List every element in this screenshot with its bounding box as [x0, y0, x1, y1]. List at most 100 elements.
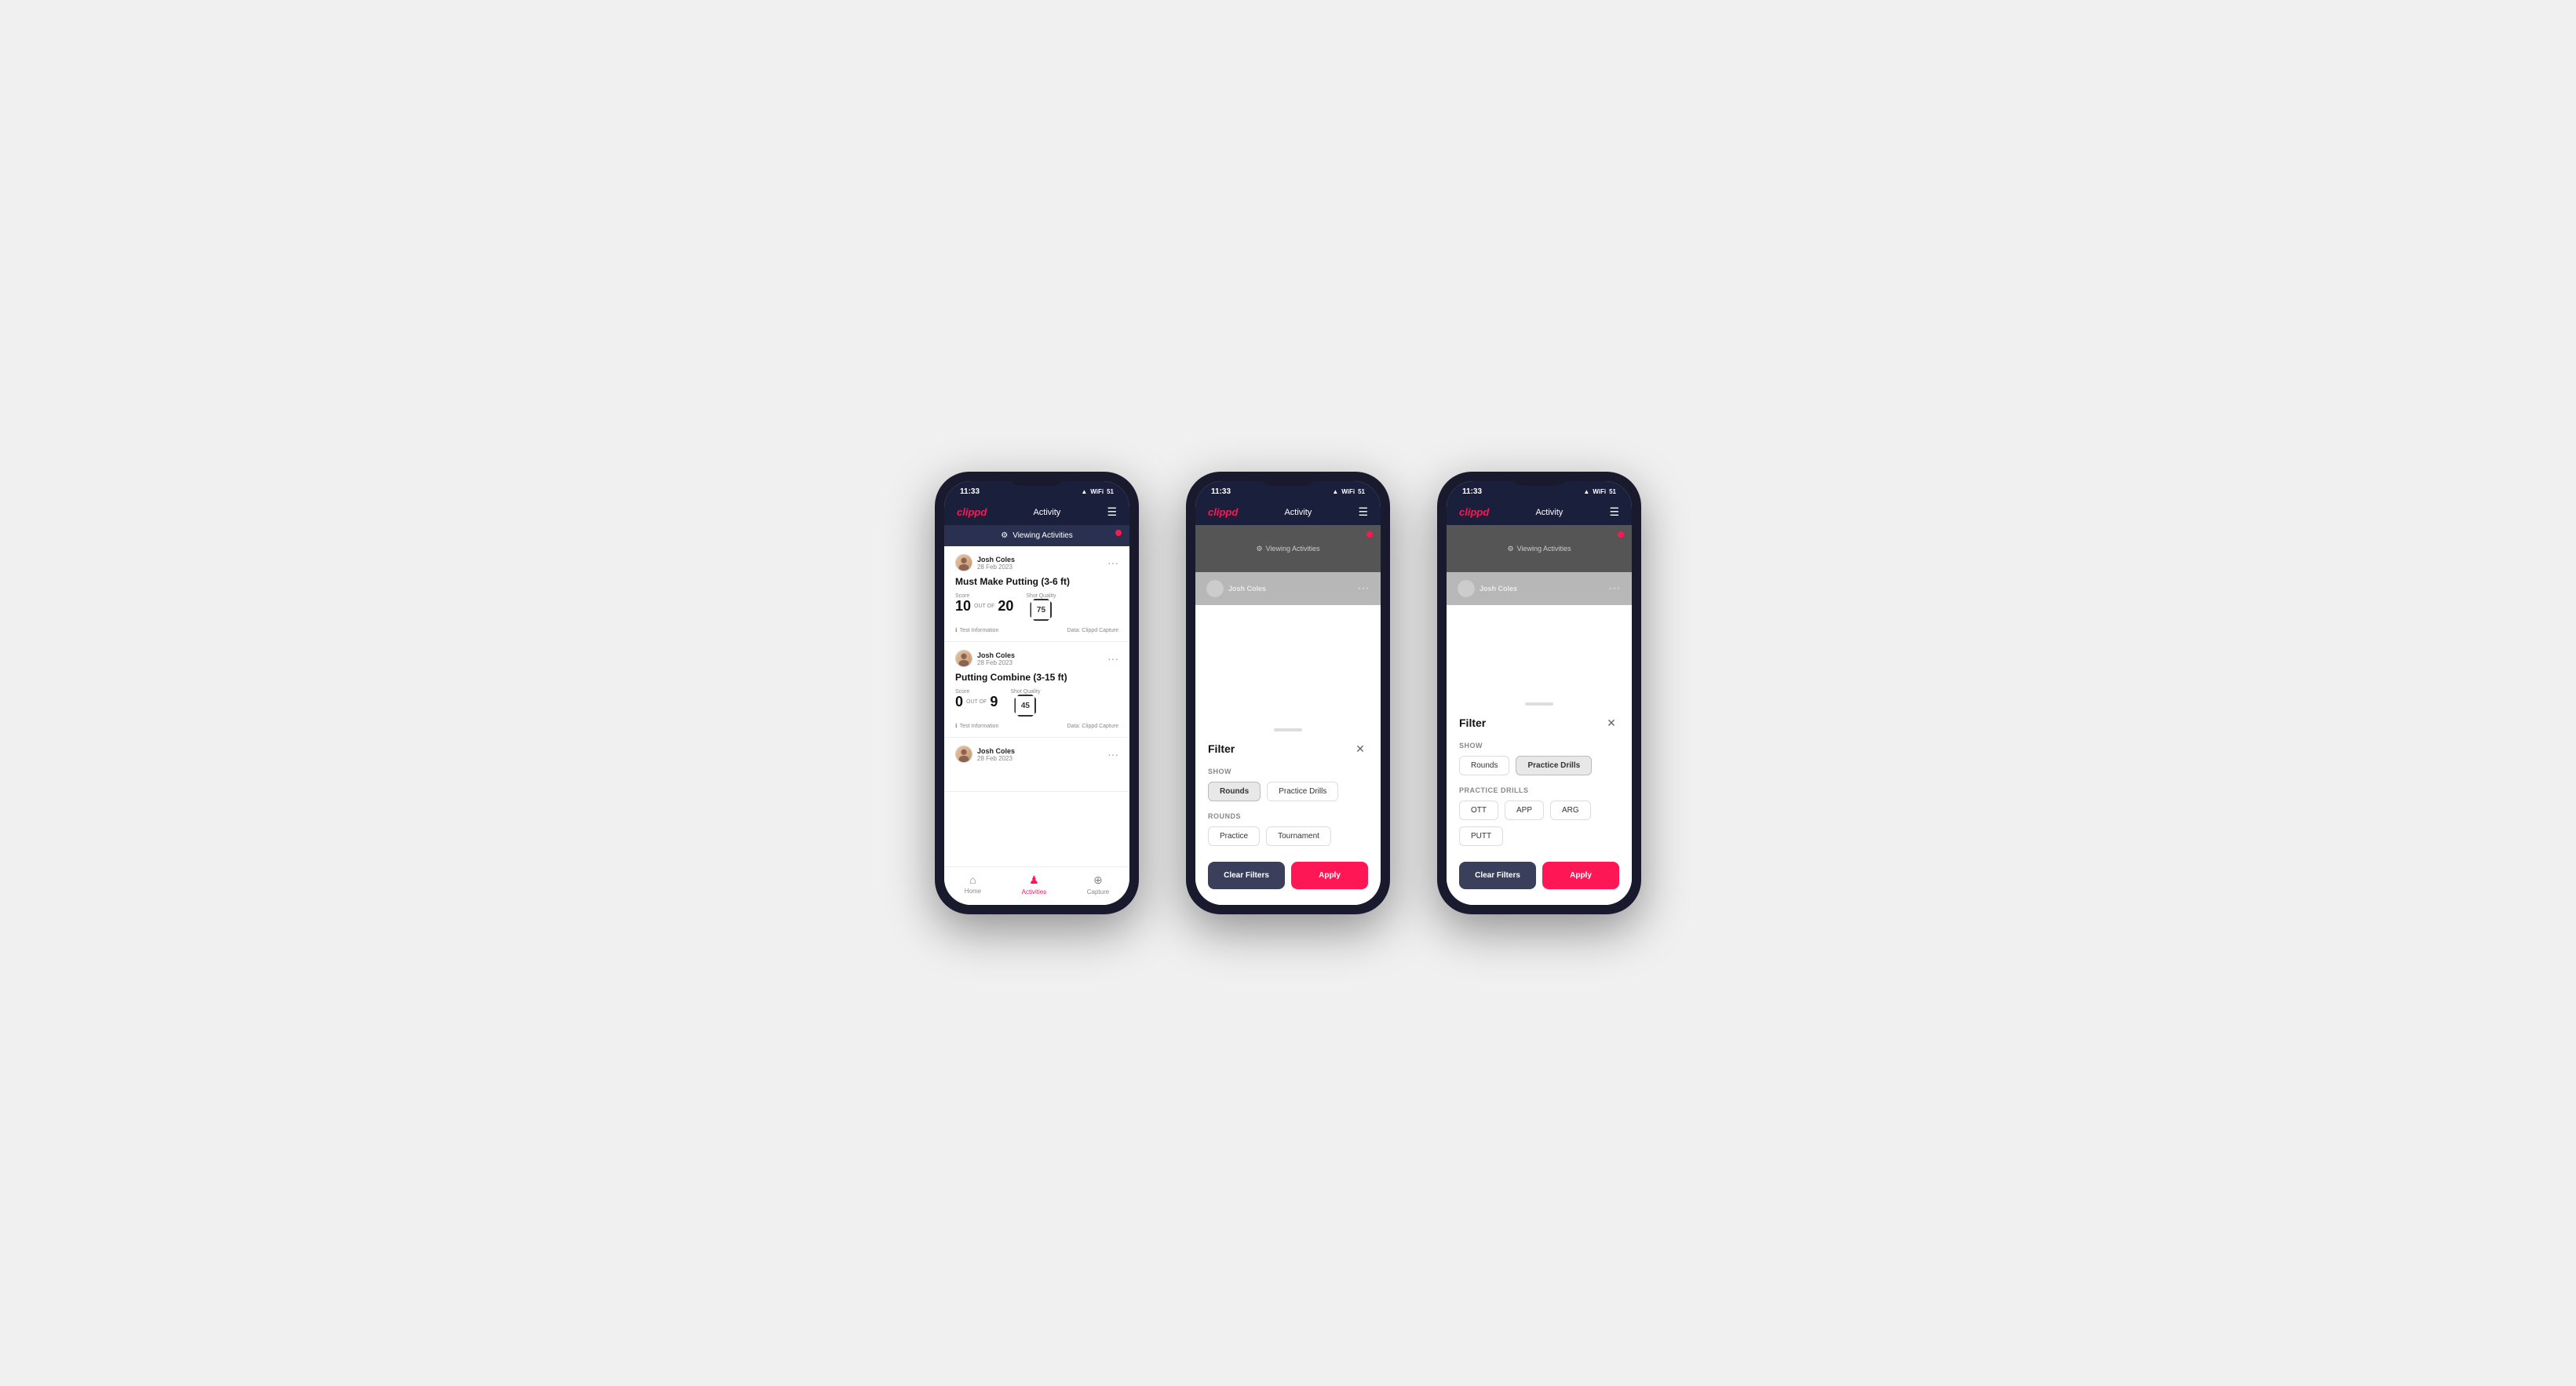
dimmed-header-2: ⚙ Viewing Activities — [1195, 525, 1381, 572]
close-filter-3[interactable]: ✕ — [1604, 715, 1619, 731]
modal-header-3: Filter ✕ — [1459, 715, 1619, 731]
rounds-btn-3[interactable]: Rounds — [1459, 756, 1509, 775]
test-info-1: ℹ Test Information — [955, 627, 998, 633]
signal-icon-2: ▲ — [1332, 488, 1338, 495]
apply-btn-3[interactable]: Apply — [1542, 862, 1619, 889]
activities-icon-1: ♟ — [1029, 874, 1039, 887]
user-name-2: Josh Coles — [977, 651, 1015, 659]
rounds-btn-2[interactable]: Rounds — [1208, 782, 1261, 801]
dimmed-card-2: Josh Coles ··· — [1195, 572, 1381, 605]
more-btn-2[interactable]: ··· — [1107, 652, 1118, 665]
modal-handle-3 — [1525, 702, 1553, 706]
phone-1: 11:33 ▲ WiFi 51 clippd Activity ☰ ⚙ View… — [935, 472, 1139, 914]
tournament-btn-2[interactable]: Tournament — [1266, 826, 1331, 846]
user-date-3: 28 Feb 2023 — [977, 755, 1015, 762]
battery-icon-3: 51 — [1609, 488, 1616, 495]
info-icon-2: ℹ — [955, 723, 958, 729]
card-1-user: Josh Coles 28 Feb 2023 — [955, 554, 1015, 571]
quality-badge-2: 45 — [1014, 695, 1036, 717]
viewing-text-1: Viewing Activities — [1013, 531, 1073, 540]
status-icons-2: ▲ WiFi 51 — [1332, 488, 1365, 495]
ott-btn-3[interactable]: OTT — [1459, 801, 1498, 820]
viewing-text-dimmed-3: ⚙ Viewing Activities — [1508, 545, 1571, 553]
scene: 11:33 ▲ WiFi 51 clippd Activity ☰ ⚙ View… — [903, 440, 1673, 946]
rounds-buttons-2: Practice Tournament — [1208, 826, 1368, 846]
nav-capture-1[interactable]: ⊕ Capture — [1087, 874, 1109, 895]
card-1-header: Josh Coles 28 Feb 2023 ··· — [955, 554, 1118, 571]
wifi-icon: WiFi — [1090, 488, 1104, 495]
avatar-img-3 — [956, 746, 972, 762]
card-1-stats: Score 10 OUT OF 20 Shot Quality 75 — [955, 593, 1118, 621]
filter-footer-3: Clear Filters Apply — [1459, 862, 1619, 889]
out-of-1: OUT OF — [974, 604, 994, 609]
avatar-3 — [955, 746, 972, 763]
arg-btn-3[interactable]: ARG — [1550, 801, 1591, 820]
putt-btn-3[interactable]: PUTT — [1459, 826, 1503, 846]
more-btn-3[interactable]: ··· — [1107, 748, 1118, 760]
home-label-1: Home — [965, 888, 981, 895]
apply-btn-2[interactable]: Apply — [1291, 862, 1368, 889]
show-section-2: Show Rounds Practice Drills — [1208, 768, 1368, 801]
user-name-3: Josh Coles — [977, 747, 1015, 755]
show-label-2: Show — [1208, 768, 1368, 775]
show-buttons-2: Rounds Practice Drills — [1208, 782, 1368, 801]
user-info-3: Josh Coles 28 Feb 2023 — [977, 747, 1015, 762]
close-filter-2[interactable]: ✕ — [1352, 741, 1368, 757]
score-out-of-2: 0 OUT OF 9 — [955, 695, 998, 709]
show-buttons-3: Rounds Practice Drills — [1459, 756, 1619, 775]
phone-3: 11:33 ▲ WiFi 51 clippd Activity ☰ ⚙ View… — [1437, 472, 1641, 914]
menu-icon-3[interactable]: ☰ — [1609, 505, 1619, 519]
phone-2: 11:33 ▲ WiFi 51 clippd Activity ☰ ⚙ View… — [1186, 472, 1390, 914]
filter-modal-2: Filter ✕ Show Rounds Practice Drills Rou… — [1195, 719, 1381, 905]
practice-drills-section-3: Practice Drills OTT APP ARG PUTT — [1459, 786, 1619, 846]
nav-bar-1: clippd Activity ☰ — [944, 499, 1129, 525]
score-group-1: Score 10 OUT OF 20 — [955, 593, 1013, 613]
avatar-dimmed-2 — [1206, 580, 1224, 597]
logo-1: clippd — [957, 506, 987, 518]
clear-filters-btn-2[interactable]: Clear Filters — [1208, 862, 1285, 889]
avatar-img-1 — [956, 555, 972, 571]
user-name-dimmed-3: Josh Coles — [1480, 585, 1517, 593]
viewing-bar-1[interactable]: ⚙ Viewing Activities — [944, 525, 1129, 546]
logo-3: clippd — [1459, 506, 1489, 518]
menu-icon-2[interactable]: ☰ — [1358, 505, 1368, 519]
phone-3-screen: 11:33 ▲ WiFi 51 clippd Activity ☰ ⚙ View… — [1447, 481, 1632, 905]
battery-icon: 51 — [1107, 488, 1114, 495]
out-of-2: OUT OF — [966, 699, 987, 705]
card-3-header: Josh Coles 28 Feb 2023 ··· — [955, 746, 1118, 763]
more-btn-1[interactable]: ··· — [1107, 556, 1118, 569]
menu-icon-1[interactable]: ☰ — [1107, 505, 1117, 519]
status-icons-1: ▲ WiFi 51 — [1081, 488, 1114, 495]
more-dimmed-3: ··· — [1608, 582, 1621, 596]
phone-1-screen: 11:33 ▲ WiFi 51 clippd Activity ☰ ⚙ View… — [944, 481, 1129, 905]
home-icon-1: ⌂ — [969, 874, 976, 886]
user-name-dimmed-2: Josh Coles — [1228, 585, 1266, 593]
data-source-1: Data: Clippd Capture — [1067, 628, 1118, 633]
card-2-user: Josh Coles 28 Feb 2023 — [955, 650, 1015, 667]
score-group-2: Score 0 OUT OF 9 — [955, 689, 998, 709]
card-2-title: Putting Combine (3-15 ft) — [955, 672, 1118, 683]
logo-2: clippd — [1208, 506, 1238, 518]
bottom-nav-1: ⌂ Home ♟ Activities ⊕ Capture — [944, 866, 1129, 905]
more-dimmed-2: ··· — [1357, 582, 1370, 596]
practice-drills-btn-2[interactable]: Practice Drills — [1267, 782, 1338, 801]
test-info-text-2: Test Information — [960, 724, 999, 729]
rounds-section-2: Rounds Practice Tournament — [1208, 812, 1368, 846]
rounds-section-label-2: Rounds — [1208, 812, 1368, 820]
user-info-1: Josh Coles 28 Feb 2023 — [977, 556, 1015, 571]
activity-card-3: Josh Coles 28 Feb 2023 ··· — [944, 738, 1129, 792]
nav-activities-1[interactable]: ♟ Activities — [1022, 874, 1047, 895]
app-btn-3[interactable]: APP — [1505, 801, 1544, 820]
clear-filters-btn-3[interactable]: Clear Filters — [1459, 862, 1536, 889]
nav-home-1[interactable]: ⌂ Home — [965, 874, 981, 895]
phone-2-screen: 11:33 ▲ WiFi 51 clippd Activity ☰ ⚙ View… — [1195, 481, 1381, 905]
practice-btn-2[interactable]: Practice — [1208, 826, 1260, 846]
card-2-footer: ℹ Test Information Data: Clippd Capture — [955, 723, 1118, 729]
practice-drills-btn-3[interactable]: Practice Drills — [1516, 756, 1592, 775]
status-icons-3: ▲ WiFi 51 — [1583, 488, 1616, 495]
card-3-user: Josh Coles 28 Feb 2023 — [955, 746, 1015, 763]
test-info-text-1: Test Information — [960, 628, 999, 633]
user-date-2: 28 Feb 2023 — [977, 659, 1015, 666]
notification-dot-3 — [1618, 531, 1624, 538]
avatar-dimmed-3 — [1458, 580, 1475, 597]
